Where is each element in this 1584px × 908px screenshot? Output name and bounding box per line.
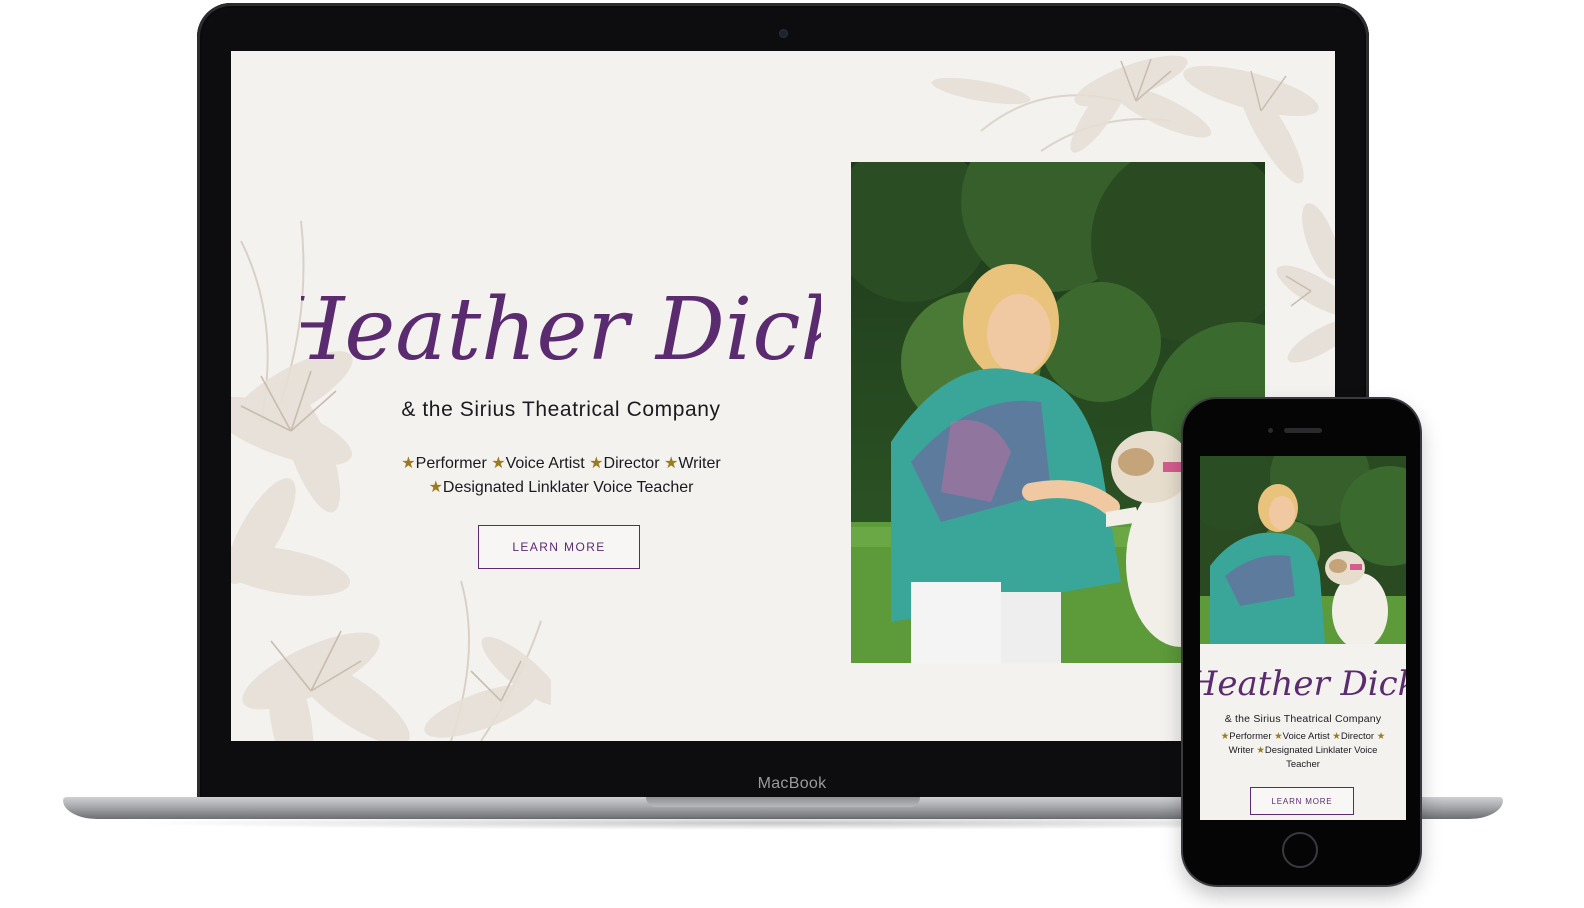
hero-title: Heather Dick bbox=[267, 251, 852, 401]
role-performer: Performer bbox=[415, 455, 487, 472]
phone-screen: Heather Dick & the Sirius Theatrical Com… bbox=[1200, 456, 1406, 820]
mobile-role-performer: Performer bbox=[1229, 731, 1272, 742]
mobile-role-voice-artist: Voice Artist bbox=[1282, 731, 1330, 742]
roles-line-2: ★Designated Linklater Voice Teacher bbox=[231, 477, 891, 497]
hero-subtitle: & the Sirius Theatrical Company bbox=[401, 398, 721, 421]
star-icon: ★ bbox=[589, 455, 604, 472]
role-voice-artist: Voice Artist bbox=[505, 455, 585, 472]
mobile-hero-title-text: Heather Dick bbox=[1200, 664, 1406, 704]
star-icon: ★ bbox=[1332, 731, 1341, 742]
mobile-roles-line-2: Writer ★Designated Linklater Voice bbox=[1208, 744, 1398, 758]
star-icon: ★ bbox=[663, 455, 679, 472]
mobile-role-linklater: Designated Linklater Voice bbox=[1264, 745, 1378, 756]
star-icon: ★ bbox=[1256, 745, 1265, 756]
roles-line-1: ★Performer ★Voice Artist ★Director ★Writ… bbox=[231, 453, 891, 473]
mobile-hero-subtitle: & the Sirius Theatrical Company bbox=[1224, 713, 1382, 725]
laptop-hinge-notch bbox=[646, 797, 920, 807]
star-icon: ★ bbox=[1376, 731, 1386, 742]
mobile-roles-line-3: Teacher bbox=[1286, 759, 1320, 770]
mobile-roles-line-1: ★Performer ★Voice Artist ★Director ★ bbox=[1208, 730, 1398, 744]
star-icon: ★ bbox=[428, 479, 443, 496]
webcam-icon bbox=[780, 30, 787, 37]
mobile-hero-photo bbox=[1200, 456, 1406, 644]
role-linklater-teacher: Designated Linklater Voice Teacher bbox=[442, 479, 694, 496]
phone-home-button[interactable] bbox=[1282, 832, 1318, 868]
role-writer: Writer bbox=[678, 455, 721, 472]
star-icon: ★ bbox=[1274, 731, 1283, 742]
star-icon: ★ bbox=[401, 455, 416, 472]
phone-camera-icon bbox=[1268, 428, 1273, 433]
mobile-role-director: Director bbox=[1340, 731, 1375, 742]
learn-more-button[interactable]: LEARN MORE bbox=[478, 525, 640, 569]
hero-title-text: Heather Dick bbox=[301, 280, 821, 380]
star-icon: ★ bbox=[491, 455, 506, 472]
phone-speaker bbox=[1284, 428, 1322, 433]
mobile-role-writer: Writer bbox=[1228, 745, 1254, 756]
laptop-screen: Heather Dick & the Sirius Theatrical Com… bbox=[231, 51, 1335, 741]
star-icon: ★ bbox=[1220, 731, 1230, 742]
mobile-learn-more-button[interactable]: LEARN MORE bbox=[1250, 787, 1354, 815]
mobile-hero-title: Heather Dick bbox=[1200, 651, 1406, 713]
role-director: Director bbox=[603, 455, 660, 472]
